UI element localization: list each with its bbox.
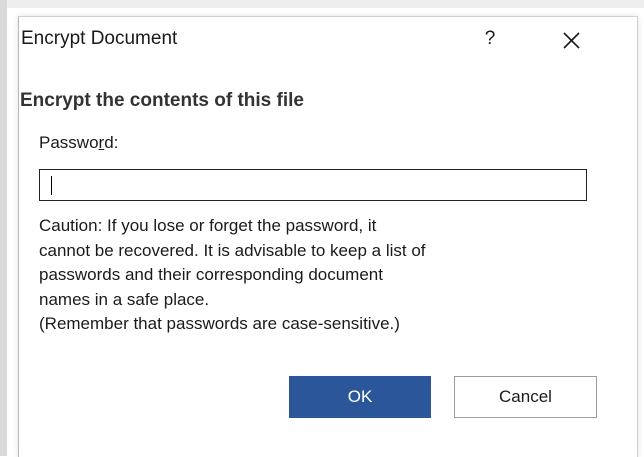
caution-text: Caution: If you lose or forget the passw… bbox=[39, 216, 426, 333]
dialog-heading: Encrypt the contents of this file bbox=[20, 90, 304, 111]
background-strip-top bbox=[0, 0, 644, 8]
password-label-start: Passwo bbox=[39, 133, 99, 152]
text-caret bbox=[51, 176, 52, 195]
dialog-title: Encrypt Document bbox=[21, 28, 178, 49]
password-field[interactable] bbox=[39, 169, 587, 201]
help-button[interactable]: ? bbox=[475, 24, 505, 54]
close-icon bbox=[563, 32, 580, 49]
password-label: Password: bbox=[39, 133, 118, 153]
password-label-end: d: bbox=[104, 133, 119, 152]
ok-button[interactable]: OK bbox=[289, 376, 431, 418]
cancel-button[interactable]: Cancel bbox=[454, 376, 597, 418]
background-strip-left bbox=[0, 0, 7, 456]
close-button[interactable] bbox=[554, 23, 588, 57]
